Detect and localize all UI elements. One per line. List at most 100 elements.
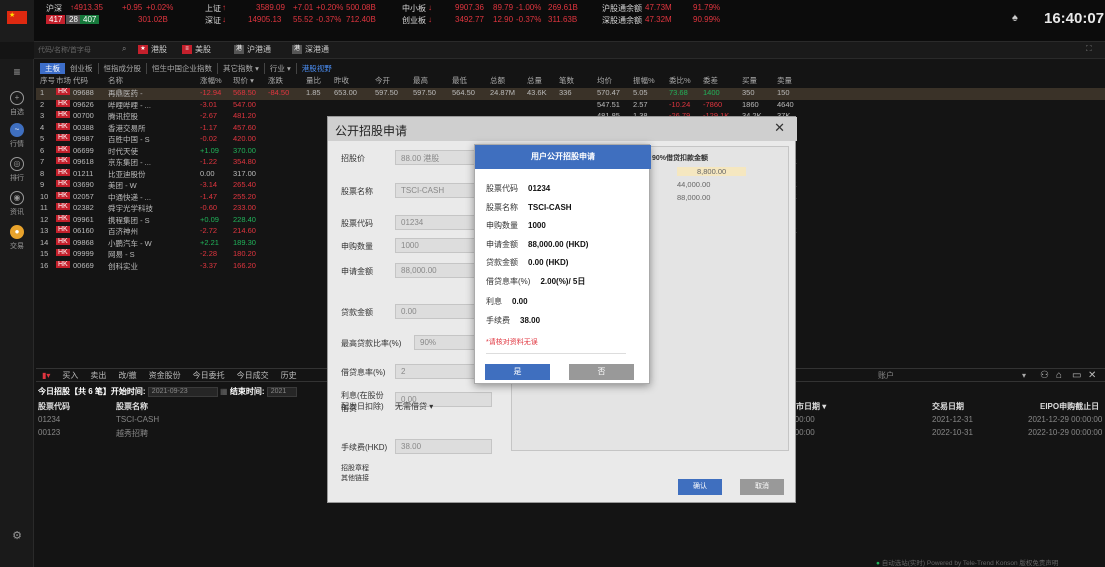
close-icon[interactable]: ✕ [774, 120, 785, 136]
prospectus-link[interactable]: 招股章程 [341, 463, 369, 473]
field-input[interactable]: 38.00 [395, 439, 492, 454]
sidebar-item-news[interactable]: ◉ 资讯 [0, 191, 34, 217]
dialog-line-label: 贷款金额 [486, 258, 518, 267]
other-link[interactable]: 其他链接 [341, 473, 369, 483]
account-dropdown-icon[interactable]: ▾ [1016, 371, 1032, 380]
market-flag-button[interactable] [0, 0, 34, 42]
yes-button[interactable]: 是 [485, 364, 550, 380]
col-header[interactable]: 涨幅% [200, 75, 222, 86]
dialog-line: 申请金额 88,000.00 (HKD) [486, 239, 588, 250]
loan-select[interactable]: 无需借贷 ▾ [395, 401, 433, 412]
col-header[interactable]: 最高 [413, 75, 428, 86]
market-tab-hgt[interactable]: 港沪港通 [234, 44, 271, 55]
col-header[interactable]: 名称 [108, 75, 123, 86]
col-header[interactable]: 振幅% [633, 75, 655, 86]
col-header[interactable]: 市场 [56, 75, 71, 86]
tab-sell[interactable]: 卖出 [84, 370, 112, 381]
cancel-button[interactable]: 取消 [740, 479, 784, 495]
col-header[interactable]: 委差 [703, 75, 718, 86]
board-tabs: 主板 创业板 恒指成分股 恒生中国企业指数 其它指数 ▾ 行业 ▾ 港股视野 [40, 62, 337, 74]
table-cell: 京东集团 - ... [108, 158, 151, 167]
col-header[interactable]: 今开 [375, 75, 390, 86]
tab-hk-view[interactable]: 港股视野 [297, 63, 337, 74]
no-button[interactable]: 否 [569, 364, 634, 380]
hgt-val: 47.73M [645, 3, 672, 12]
market-tab-sgt[interactable]: 港深港通 [292, 44, 329, 55]
table-cell: 547.00 [233, 99, 256, 109]
ipo-cell-code[interactable]: 01234 [38, 415, 60, 424]
col-header[interactable]: 代码 [73, 75, 88, 86]
col-header[interactable]: 序号 [40, 75, 55, 86]
col-header[interactable]: 总额 [490, 75, 505, 86]
col-header[interactable]: 量比 [306, 75, 321, 86]
ipo-cell-code[interactable]: 00123 [38, 428, 60, 437]
tab-buy[interactable]: 买入 [56, 370, 84, 381]
col-header[interactable]: 昨收 [334, 75, 349, 86]
col-header[interactable]: 涨跌 [268, 75, 283, 86]
sidebar-item-trade[interactable]: ● 交易 [0, 225, 34, 251]
tab-today-orders[interactable]: 今日委托 [187, 370, 231, 381]
table-cell: -0.02 [200, 134, 218, 143]
table-cell: 265.40 [233, 180, 256, 189]
tab-main-board[interactable]: 主板 [40, 62, 65, 74]
settings-icon[interactable]: ⚙ [0, 529, 34, 542]
dialog-line-value: 01234 [528, 184, 551, 193]
tab-hsi[interactable]: 恒指成分股 [99, 62, 147, 74]
confirm-button[interactable]: 确认 [678, 479, 722, 495]
market-tab-us[interactable]: ≡ 美股 [182, 44, 211, 55]
ipo-cell-deadline[interactable]: 2022-10-29 00:00:00 [1028, 428, 1102, 437]
table-cell: 09618 [73, 157, 94, 166]
quote-bar: 沪深 ↑4913.35 +0.95 +0.02% 417 28 407 301.… [0, 0, 1105, 42]
col-header[interactable]: 买量 [742, 75, 757, 86]
col-header[interactable]: 均价 [597, 75, 612, 86]
panel-toggle-icon[interactable]: ▮▾ [36, 371, 56, 380]
sidebar-item-rank[interactable]: ◎ 排行 [0, 157, 34, 183]
table-cell: 13 [40, 226, 49, 235]
expand-icon[interactable]: ⛶ [1086, 44, 1092, 54]
close-panel-icon[interactable]: ✕ [1082, 370, 1102, 381]
field-label: 借贷息率(%) [341, 368, 386, 377]
tab-other-index[interactable]: 其它指数 ▾ [218, 62, 265, 74]
ipo-cell-name[interactable]: TSCI-CASH [116, 415, 159, 424]
bell-icon[interactable]: ♠ [1012, 12, 1018, 24]
sidebar-item-watchlist[interactable]: + 自选 [0, 91, 34, 117]
tab-hscei[interactable]: 恒生中国企业指数 [147, 62, 218, 74]
tab-industry[interactable]: 行业 ▾ [265, 62, 297, 74]
status-footer: ● 自动选站(实时) Powered by Tele-Trend Konson … [876, 560, 1059, 567]
cyb-val: 3492.77 [455, 15, 484, 24]
market-tab-hk[interactable]: ★ 港股 [138, 44, 167, 55]
tab-modify[interactable]: 改/撤 [112, 370, 142, 381]
col-header[interactable]: 笔数 [559, 75, 574, 86]
field-label: 招股价 [341, 154, 365, 163]
table-row[interactable]: 2 HK 09626 哔哩哔哩 - ... -3.01 547.00 547.51 2.57 -… [36, 99, 1105, 112]
tab-history[interactable]: 历史 [275, 370, 303, 381]
sz-pct: +0.20% [316, 3, 344, 12]
table-cell: 0.00 [200, 168, 215, 178]
table-cell: -10.24 [669, 99, 691, 109]
start-date-input[interactable]: 2021-09-23 [147, 386, 218, 397]
col-header[interactable]: 现价 ▾ [233, 75, 254, 86]
table-row[interactable]: 1 HK 09688 再鼎医药 - -12.94 568.50 -84.50 1.85 653.… [36, 88, 1105, 100]
dialog-line: 申购数量 1000 [486, 220, 546, 231]
col-header[interactable]: 总量 [527, 75, 542, 86]
calendar-icon[interactable]: ▦ [220, 387, 228, 396]
menu-icon[interactable]: ≡ [0, 65, 34, 79]
search-input[interactable]: 代码/名称/首字母 [38, 45, 98, 56]
ipo-cell-name[interactable]: 越秀招聘 [116, 428, 148, 439]
col-header[interactable]: 委比% [669, 75, 691, 86]
loan-value: 8,800.00 [677, 167, 747, 176]
szc-chg: 55.52 [293, 15, 314, 24]
ipo-cell-tradedate[interactable]: 2021-12-31 [932, 415, 973, 424]
tab-today-trades[interactable]: 今日成交 [231, 370, 275, 381]
ipo-cell-deadline[interactable]: 2021-12-29 00:00:00 [1028, 415, 1102, 424]
table-cell: 1 [40, 88, 45, 97]
tab-funds[interactable]: 资金股份 [143, 370, 187, 381]
tab-gem[interactable]: 创业板 [65, 62, 99, 74]
end-date-input[interactable]: 2021 [266, 386, 297, 397]
search-icon[interactable]: ⌕ [122, 44, 126, 54]
col-header[interactable]: 卖量 [777, 75, 792, 86]
col-header[interactable]: 最低 [452, 75, 467, 86]
table-cell: 180.20 [233, 249, 256, 258]
ipo-cell-tradedate[interactable]: 2022-10-31 [932, 428, 973, 437]
sidebar-item-quotes[interactable]: ~ 行情 [0, 123, 34, 149]
